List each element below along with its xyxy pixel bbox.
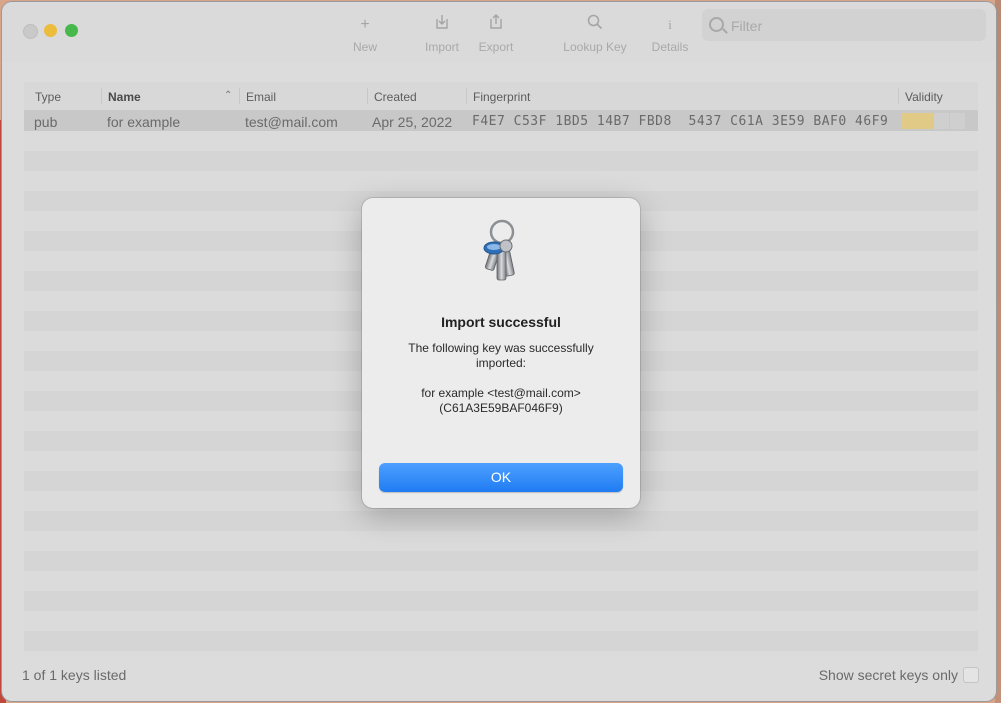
- plus-icon: +: [360, 16, 370, 33]
- lookup-key-label: Lookup Key: [563, 40, 627, 54]
- export-button[interactable]: Export: [475, 14, 517, 54]
- validity-segment: [902, 113, 917, 129]
- column-header-validity[interactable]: Validity: [905, 90, 943, 104]
- empty-row: [24, 591, 978, 611]
- lookup-key-button[interactable]: Lookup Key: [560, 14, 630, 54]
- import-icon: [422, 14, 462, 36]
- gpg-keychain-window: + New Import Export Lookup Key i Details: [2, 2, 996, 701]
- new-button[interactable]: + New: [350, 14, 380, 54]
- keychain-icon: [475, 218, 527, 286]
- zoom-window-button[interactable]: [65, 24, 78, 37]
- cell-created: Apr 25, 2022: [372, 114, 453, 130]
- column-header-type[interactable]: Type: [35, 90, 61, 104]
- column-header-name[interactable]: Name: [108, 90, 141, 104]
- details-label: Details: [651, 40, 689, 54]
- empty-row: [24, 151, 978, 171]
- column-header-email[interactable]: Email: [246, 90, 276, 104]
- export-label: Export: [478, 40, 514, 54]
- close-window-button[interactable]: [23, 24, 38, 39]
- import-button[interactable]: Import: [422, 14, 462, 54]
- column-divider: [898, 88, 899, 104]
- column-header-fingerprint[interactable]: Fingerprint: [473, 90, 530, 104]
- empty-row: [24, 551, 978, 571]
- ok-button[interactable]: OK: [379, 463, 623, 492]
- filter-search-field[interactable]: Filter: [702, 9, 986, 41]
- column-divider: [101, 88, 102, 104]
- import-label: Import: [424, 40, 459, 54]
- search-icon: [709, 17, 724, 32]
- toolbar: + New Import Export Lookup Key i Details: [2, 2, 996, 62]
- validity-segment: [934, 113, 949, 129]
- new-label: New: [352, 40, 377, 54]
- minimize-window-button[interactable]: [44, 24, 57, 37]
- keys-count-status: 1 of 1 keys listed: [22, 667, 127, 683]
- dialog-message: The following key was successfully impor…: [408, 341, 594, 370]
- dialog-title: Import successful: [441, 314, 561, 330]
- empty-row: [24, 511, 978, 531]
- details-button[interactable]: i Details: [650, 14, 690, 54]
- sort-ascending-icon: ⌃: [224, 90, 233, 101]
- secret-keys-label: Show secret keys only: [818, 667, 958, 683]
- export-icon: [475, 14, 517, 36]
- cell-email: test@mail.com: [245, 114, 338, 130]
- empty-row: [24, 631, 978, 651]
- cell-fingerprint: F4E7 C53F 1BD5 14B7 FBD8 5437 C61A 3E59 …: [472, 114, 889, 129]
- validity-indicator: [902, 113, 972, 129]
- dialog-key-id: (C61A3E59BAF046F9): [439, 401, 563, 415]
- column-divider: [239, 88, 240, 104]
- cell-name: for example: [107, 114, 181, 130]
- validity-segment: [918, 113, 933, 129]
- table-header: Type Name ⌃ Email Created Fingerprint Va…: [24, 82, 978, 111]
- dialog-key-detail: for example <test@mail.com> (C61A3E59BAF…: [372, 386, 630, 416]
- info-icon: i: [668, 17, 672, 32]
- import-success-dialog: Import successful The following key was …: [362, 198, 640, 508]
- cell-type: pub: [34, 114, 58, 130]
- filter-placeholder: Filter: [731, 18, 763, 34]
- column-divider: [466, 88, 467, 104]
- magnifier-icon: [560, 14, 630, 36]
- column-divider: [367, 88, 368, 104]
- secret-keys-checkbox[interactable]: [963, 667, 979, 683]
- validity-segment: [950, 113, 965, 129]
- table-row[interactable]: pub for example test@mail.com Apr 25, 20…: [24, 111, 978, 131]
- dialog-key-uid: for example <test@mail.com>: [421, 386, 581, 400]
- column-header-created[interactable]: Created: [374, 90, 417, 104]
